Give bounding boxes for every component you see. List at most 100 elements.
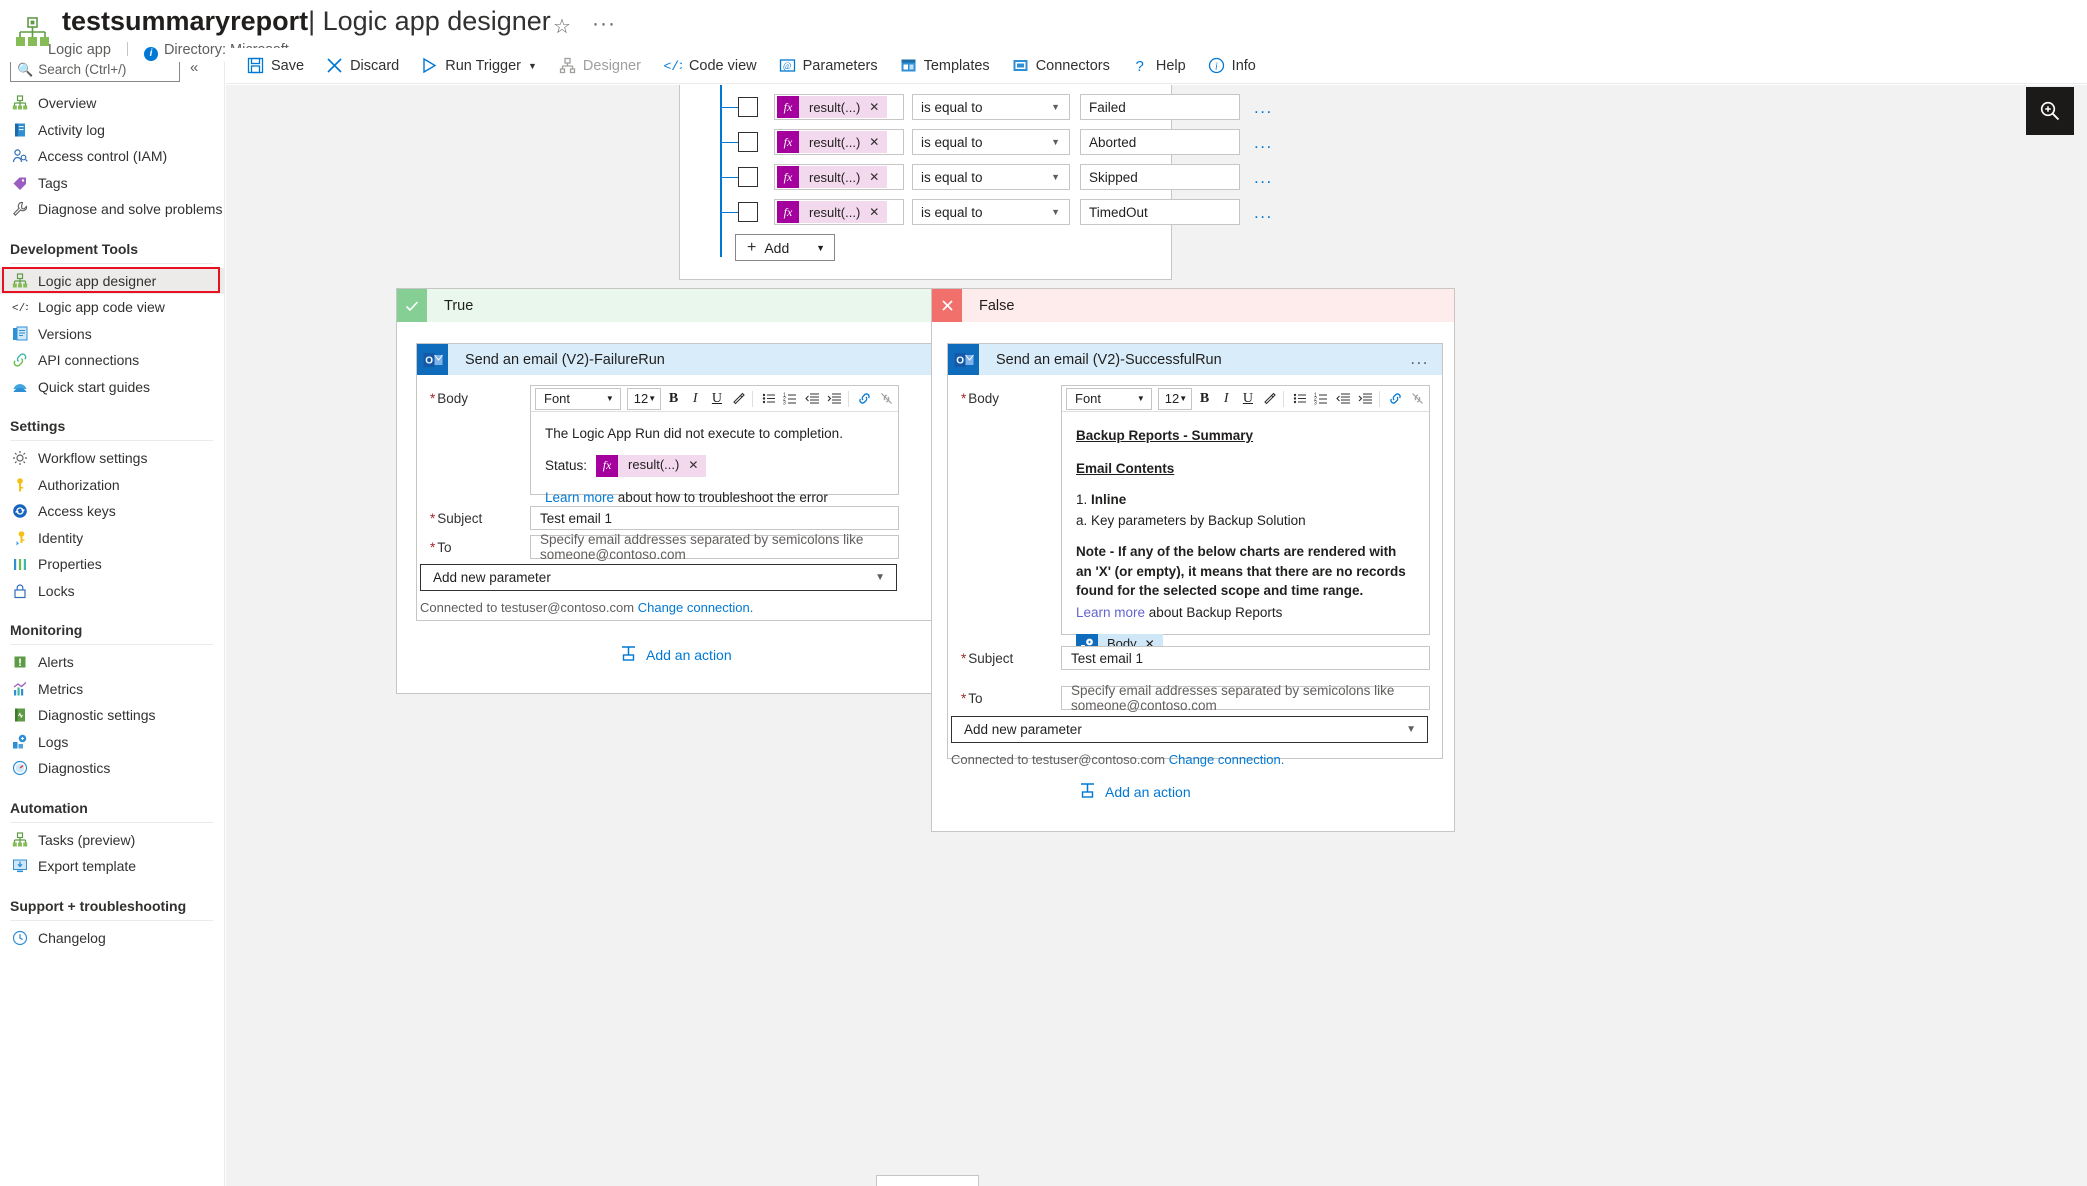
- row-checkbox[interactable]: [738, 132, 758, 152]
- italic-icon[interactable]: I: [1217, 388, 1236, 410]
- sidebar-item-logs[interactable]: Logs: [0, 729, 224, 756]
- sidebar-item-alerts[interactable]: Alerts: [0, 649, 224, 676]
- decrease-indent-icon[interactable]: [1334, 388, 1353, 410]
- sidebar-item-export-template[interactable]: Export template: [0, 853, 224, 880]
- italic-icon[interactable]: I: [686, 388, 705, 410]
- condition-value-input[interactable]: Failed: [1080, 94, 1240, 120]
- condition-operator-dropdown[interactable]: is equal to ▼: [912, 94, 1070, 120]
- true-subject-input[interactable]: Test email 1: [530, 506, 899, 530]
- false-body-content[interactable]: Backup Reports - Summary Email Contents …: [1062, 412, 1429, 667]
- toolbar-discard-button[interactable]: Discard: [315, 49, 410, 83]
- row-ellipsis-icon[interactable]: ...: [1254, 98, 1273, 118]
- font-color-icon[interactable]: [729, 388, 748, 410]
- condition-value-input[interactable]: TimedOut: [1080, 199, 1240, 225]
- decrease-indent-icon[interactable]: [803, 388, 822, 410]
- change-connection-link[interactable]: Change connection.: [1169, 752, 1285, 767]
- toolbar-parameters-button[interactable]: @ Parameters: [768, 49, 889, 83]
- condition-left-operand[interactable]: fx result(...) ✕: [774, 164, 904, 190]
- false-subject-input[interactable]: Test email 1: [1061, 646, 1430, 670]
- toolbar-templates-button[interactable]: Templates: [889, 49, 1001, 83]
- close-icon[interactable]: ✕: [869, 135, 887, 149]
- insert-link-icon[interactable]: [1387, 388, 1406, 410]
- bold-icon[interactable]: B: [1195, 388, 1214, 410]
- condition-value-input[interactable]: Aborted: [1080, 129, 1240, 155]
- numbered-list-icon[interactable]: 123: [782, 388, 801, 410]
- learn-more-link[interactable]: Learn more: [1076, 605, 1145, 620]
- sidebar-item-versions[interactable]: Versions: [0, 321, 224, 348]
- close-icon[interactable]: ✕: [688, 457, 706, 474]
- font-family-dropdown[interactable]: Font ▼: [535, 387, 621, 410]
- true-body-content[interactable]: The Logic App Run did not execute to com…: [531, 412, 898, 519]
- false-body-rich-text-editor[interactable]: Font ▼ 12 ▼ B I U 1 2 3 Backup Reports -…: [1061, 385, 1430, 656]
- condition-left-operand[interactable]: fx result(...) ✕: [774, 94, 904, 120]
- sidebar-item-tags[interactable]: Tags: [0, 170, 224, 197]
- sidebar-item-api-connections[interactable]: API connections: [0, 347, 224, 374]
- close-icon[interactable]: ✕: [869, 170, 887, 184]
- ellipsis-icon[interactable]: ...: [1410, 349, 1429, 369]
- row-checkbox[interactable]: [738, 97, 758, 117]
- toolbar-help-button[interactable]: ? Help: [1121, 49, 1197, 83]
- sidebar-item-properties[interactable]: Properties: [0, 551, 224, 578]
- condition-left-operand[interactable]: fx result(...) ✕: [774, 199, 904, 225]
- condition-left-operand[interactable]: fx result(...) ✕: [774, 129, 904, 155]
- false-to-input[interactable]: Specify email addresses separated by sem…: [1061, 683, 1430, 713]
- toolbar-connectors-button[interactable]: Connectors: [1001, 49, 1121, 83]
- row-ellipsis-icon[interactable]: ...: [1254, 133, 1273, 153]
- increase-indent-icon[interactable]: [825, 388, 844, 410]
- toolbar-designer-button[interactable]: Designer: [548, 49, 652, 83]
- condition-operator-dropdown[interactable]: is equal to ▼: [912, 199, 1070, 225]
- sidebar-item-tasks-preview[interactable]: Tasks (preview): [0, 827, 224, 854]
- bulleted-list-icon[interactable]: [760, 388, 779, 410]
- close-icon[interactable]: ✕: [869, 100, 887, 114]
- expression-token[interactable]: fx result(...) ✕: [777, 131, 888, 153]
- sidebar-item-changelog[interactable]: Changelog: [0, 925, 224, 952]
- sidebar-item-locks[interactable]: Locks: [0, 578, 224, 605]
- true-add-action-button[interactable]: Add an action: [620, 645, 732, 665]
- ellipsis-icon[interactable]: ···: [592, 12, 616, 36]
- increase-indent-icon[interactable]: [1356, 388, 1375, 410]
- double-chevron-left-icon[interactable]: «: [190, 62, 198, 76]
- numbered-list-icon[interactable]: 123: [1313, 388, 1332, 410]
- expression-token[interactable]: fx result(...) ✕: [777, 201, 888, 223]
- close-icon[interactable]: ✕: [869, 205, 887, 219]
- star-icon[interactable]: ☆: [553, 14, 571, 39]
- remove-link-icon[interactable]: [877, 388, 896, 410]
- condition-operator-dropdown[interactable]: is equal to ▼: [912, 129, 1070, 155]
- row-checkbox[interactable]: [738, 167, 758, 187]
- add-condition-button[interactable]: + Add ▼: [735, 234, 835, 261]
- underline-icon[interactable]: U: [1239, 388, 1258, 410]
- sidebar-item-diagnose-and-solve-problems[interactable]: Diagnose and solve problems: [0, 196, 224, 223]
- sidebar-item-diagnostic-settings[interactable]: Diagnostic settings: [0, 702, 224, 729]
- true-body-rich-text-editor[interactable]: Font ▼ 12 ▼ B I U 1 2 3 The Logic App Ru…: [530, 385, 899, 505]
- change-connection-link[interactable]: Change connection.: [638, 600, 754, 615]
- font-family-dropdown[interactable]: Font ▼: [1066, 387, 1152, 410]
- toolbar-code-view-button[interactable]: </> Code view: [652, 49, 768, 83]
- bulleted-list-icon[interactable]: [1291, 388, 1310, 410]
- next-step-card[interactable]: [876, 1175, 979, 1186]
- sidebar-item-diagnostics[interactable]: Diagnostics: [0, 755, 224, 782]
- row-ellipsis-icon[interactable]: ...: [1254, 168, 1273, 188]
- sidebar-item-workflow-settings[interactable]: Workflow settings: [0, 445, 224, 472]
- sidebar-item-authorization[interactable]: Authorization: [0, 472, 224, 499]
- learn-more-link[interactable]: Learn more: [545, 490, 614, 505]
- expression-token[interactable]: fx result(...) ✕: [596, 454, 707, 477]
- condition-operator-dropdown[interactable]: is equal to ▼: [912, 164, 1070, 190]
- sidebar-item-logic-app-code-view[interactable]: </> Logic app code view: [0, 294, 224, 321]
- sidebar-item-logic-app-designer[interactable]: Logic app designer: [0, 267, 224, 294]
- expression-token[interactable]: fx result(...) ✕: [777, 96, 888, 118]
- font-size-dropdown[interactable]: 12 ▼: [626, 387, 662, 410]
- sidebar-item-access-control-iam[interactable]: Access control (IAM): [0, 143, 224, 170]
- remove-link-icon[interactable]: [1408, 388, 1427, 410]
- font-color-icon[interactable]: [1260, 388, 1279, 410]
- false-add-parameter-dropdown[interactable]: Add new parameter ▼: [951, 716, 1428, 743]
- bold-icon[interactable]: B: [664, 388, 683, 410]
- font-size-dropdown[interactable]: 12 ▼: [1157, 387, 1193, 410]
- sidebar-item-overview[interactable]: Overview: [0, 90, 224, 117]
- condition-value-input[interactable]: Skipped: [1080, 164, 1240, 190]
- search-input[interactable]: 🔍 Search (Ctrl+/): [10, 62, 180, 82]
- underline-icon[interactable]: U: [708, 388, 727, 410]
- sidebar-item-activity-log[interactable]: Activity log: [0, 117, 224, 144]
- true-to-input[interactable]: Specify email addresses separated by sem…: [530, 532, 899, 562]
- false-action-header[interactable]: O Send an email (V2)-SuccessfulRun ...: [948, 344, 1442, 375]
- row-checkbox[interactable]: [738, 202, 758, 222]
